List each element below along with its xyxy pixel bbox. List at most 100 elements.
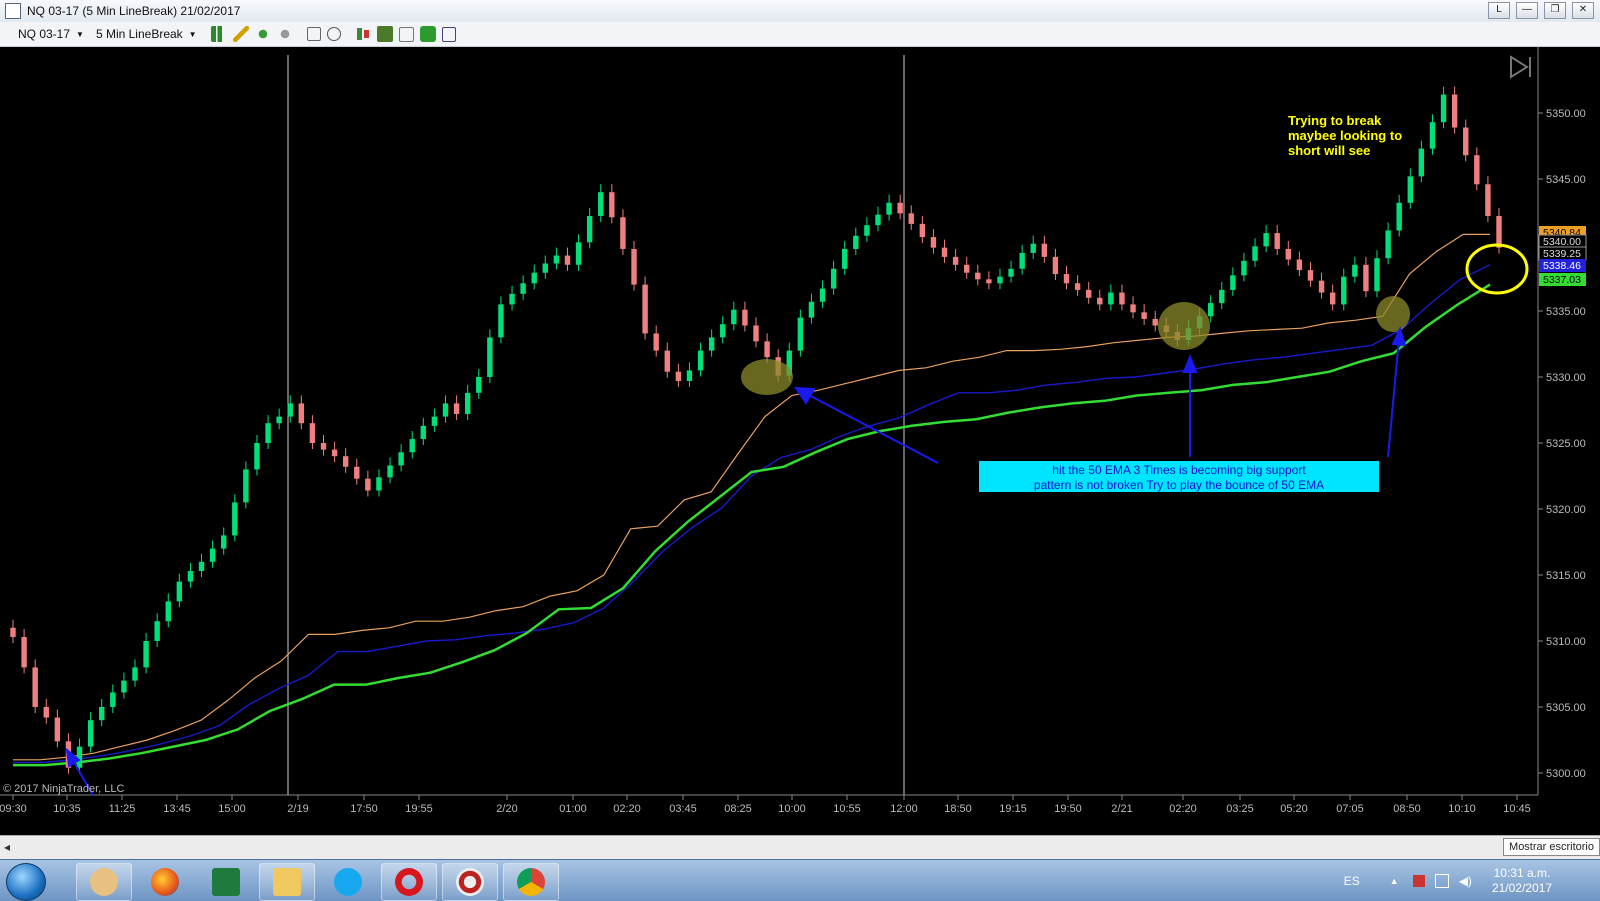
x-tick-label: 01:00 bbox=[559, 803, 587, 815]
price-tag-label: 5338.46 bbox=[1543, 260, 1581, 272]
x-tick-label: 10:35 bbox=[53, 803, 81, 815]
highlight-ellipse bbox=[1158, 302, 1210, 350]
up-bar bbox=[797, 317, 804, 351]
up-bar bbox=[1008, 268, 1014, 277]
zoom-icon[interactable] bbox=[326, 27, 341, 41]
up-bar bbox=[121, 680, 127, 693]
taskbar-app-skype[interactable] bbox=[320, 863, 376, 901]
x-tick-label: 17:50 bbox=[350, 803, 378, 815]
instrument-label: NQ 03-17 bbox=[18, 27, 71, 41]
x-tick-label: 07:05 bbox=[1336, 803, 1364, 815]
up-bar bbox=[431, 416, 438, 426]
window-titlebar: NQ 03-17 (5 Min LineBreak) 21/02/2017 L … bbox=[0, 0, 1600, 23]
taskbar-app-chrome[interactable] bbox=[503, 863, 559, 901]
down-bar bbox=[54, 717, 61, 742]
dollar-icon[interactable] bbox=[419, 26, 436, 42]
down-bar bbox=[320, 443, 327, 450]
up-bar bbox=[176, 581, 183, 602]
pencil-icon[interactable] bbox=[232, 26, 249, 42]
skip-to-end-icon[interactable] bbox=[1510, 55, 1531, 79]
down-bar bbox=[1063, 274, 1070, 284]
hand-icon bbox=[90, 868, 118, 896]
annotation-arrows bbox=[65, 326, 1407, 796]
maximize-button[interactable]: ❐ bbox=[1544, 2, 1566, 19]
up-bar bbox=[1241, 260, 1247, 276]
x-tick-label: 10:55 bbox=[833, 803, 861, 815]
data-box-icon[interactable] bbox=[398, 26, 414, 42]
up-bar bbox=[997, 276, 1003, 284]
taskbar-app-ninjatrader[interactable] bbox=[442, 863, 498, 901]
up-bar bbox=[1352, 264, 1358, 277]
close-button[interactable]: ✕ bbox=[1572, 2, 1594, 19]
volume-icon[interactable]: ◀) bbox=[1459, 874, 1472, 888]
down-bar bbox=[365, 478, 371, 491]
up-bar bbox=[531, 272, 537, 284]
horizontal-scrollbar[interactable]: ◂ bbox=[0, 835, 1600, 860]
highlight-ellipse bbox=[1376, 296, 1410, 332]
up-bar bbox=[1263, 233, 1269, 247]
arrow-line bbox=[804, 392, 939, 464]
price-chart-area[interactable]: 5350.00 5345.00 5340.00 5335.00 5330.00 5325.… bbox=[0, 47, 1600, 835]
strategy-icon[interactable] bbox=[276, 26, 293, 42]
up-bar bbox=[76, 746, 83, 768]
taskbar-app-opera[interactable] bbox=[381, 863, 437, 901]
price-tag-label: 5340.00 bbox=[1543, 236, 1581, 248]
y-tick-label: 5350.00 bbox=[1546, 108, 1586, 120]
system-clock[interactable]: 10:31 a.m. 21/02/2017 bbox=[1492, 866, 1552, 896]
up-bar bbox=[187, 571, 194, 582]
x-tick-label: 19:15 bbox=[999, 803, 1027, 815]
down-bar bbox=[1274, 233, 1280, 249]
down-bar bbox=[342, 456, 349, 467]
support-highlights bbox=[741, 243, 1529, 395]
network-icon[interactable] bbox=[1434, 873, 1449, 888]
language-indicator[interactable]: ES bbox=[1344, 874, 1360, 888]
link-button[interactable]: L bbox=[1488, 2, 1510, 19]
properties-icon[interactable] bbox=[376, 26, 393, 42]
taskbar-app-firefox[interactable] bbox=[137, 863, 193, 901]
y-tick-label: 5300.00 bbox=[1546, 768, 1586, 780]
down-bar bbox=[1141, 312, 1147, 319]
down-bar bbox=[897, 202, 903, 214]
down-bar bbox=[1496, 215, 1502, 248]
up-bar bbox=[842, 248, 848, 269]
up-bar bbox=[287, 403, 293, 417]
x-tick-label: 09:30 bbox=[0, 803, 27, 815]
scroll-left-icon[interactable]: ◂ bbox=[4, 840, 10, 854]
down-bar bbox=[620, 217, 626, 249]
top-note-line: maybee looking to bbox=[1288, 128, 1402, 143]
y-tick-label: 5330.00 bbox=[1546, 372, 1586, 384]
window-layout-icon[interactable] bbox=[441, 26, 456, 42]
up-bar bbox=[686, 370, 693, 381]
clock-date: 21/02/2017 bbox=[1491, 880, 1552, 895]
action-center-icon[interactable] bbox=[1412, 874, 1425, 887]
note-line: hit the 50 EMA 3 Times is becoming big s… bbox=[1052, 463, 1306, 477]
period-selector[interactable]: 5 Min LineBreak ▼ bbox=[96, 27, 197, 41]
x-tick-label: 2/20 bbox=[496, 803, 517, 815]
bar-type-icon[interactable] bbox=[210, 26, 227, 42]
add-indicator-icon[interactable] bbox=[254, 26, 271, 42]
window-controls: L — ❐ ✕ bbox=[1488, 2, 1594, 19]
y-tick-label: 5305.00 bbox=[1546, 702, 1586, 714]
taskbar-app-hand-tool[interactable] bbox=[76, 863, 132, 901]
up-bar bbox=[143, 641, 149, 668]
start-button[interactable] bbox=[6, 863, 46, 901]
up-bar bbox=[1252, 246, 1258, 261]
down-bar bbox=[609, 192, 615, 218]
minimize-button[interactable]: — bbox=[1516, 2, 1538, 19]
chart-style-icon[interactable] bbox=[354, 26, 371, 42]
down-bar bbox=[908, 213, 914, 224]
up-bar bbox=[819, 288, 826, 302]
taskbar-app-excel[interactable] bbox=[198, 863, 254, 901]
up-bar bbox=[209, 548, 216, 562]
instrument-selector[interactable]: NQ 03-17 ▼ bbox=[18, 27, 84, 41]
down-bar bbox=[1130, 304, 1136, 313]
show-hidden-icons-icon[interactable]: ▲ bbox=[1390, 876, 1399, 886]
down-bar bbox=[1485, 184, 1491, 216]
taskbar-app-explorer[interactable] bbox=[259, 863, 315, 901]
x-tick-label: 10:45 bbox=[1503, 803, 1531, 815]
down-bar bbox=[964, 264, 970, 273]
cursor-icon[interactable] bbox=[306, 27, 321, 41]
x-tick-label: 02:20 bbox=[613, 803, 641, 815]
price-chart[interactable]: 5350.00 5345.00 5340.00 5335.00 5330.00 5325.… bbox=[0, 47, 1600, 835]
down-bar bbox=[1052, 256, 1059, 275]
